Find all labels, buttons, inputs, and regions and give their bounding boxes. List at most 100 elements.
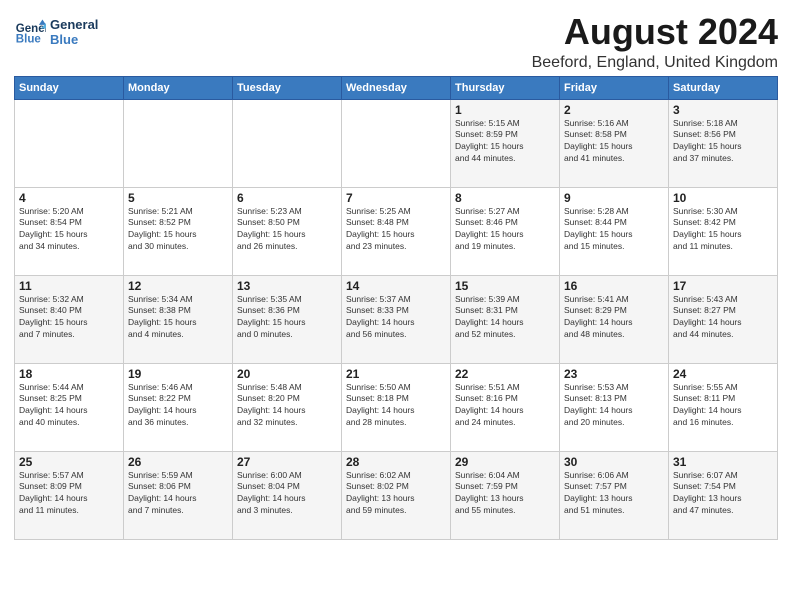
day-info: Sunrise: 5:16 AM Sunset: 8:58 PM Dayligh… — [564, 118, 664, 166]
day-number: 17 — [673, 279, 773, 293]
title-block: August 2024 Beeford, England, United Kin… — [532, 12, 778, 72]
day-header: Wednesday — [342, 76, 451, 99]
day-number: 20 — [237, 367, 337, 381]
day-info: Sunrise: 5:39 AM Sunset: 8:31 PM Dayligh… — [455, 294, 555, 342]
day-number: 3 — [673, 103, 773, 117]
day-number: 8 — [455, 191, 555, 205]
calendar-cell: 4Sunrise: 5:20 AM Sunset: 8:54 PM Daylig… — [15, 187, 124, 275]
calendar-table: SundayMondayTuesdayWednesdayThursdayFrid… — [14, 76, 778, 540]
day-number: 2 — [564, 103, 664, 117]
calendar-cell — [124, 99, 233, 187]
day-number: 6 — [237, 191, 337, 205]
day-number: 15 — [455, 279, 555, 293]
day-number: 14 — [346, 279, 446, 293]
day-info: Sunrise: 5:57 AM Sunset: 8:09 PM Dayligh… — [19, 470, 119, 518]
day-info: Sunrise: 5:23 AM Sunset: 8:50 PM Dayligh… — [237, 206, 337, 254]
calendar-cell: 1Sunrise: 5:15 AM Sunset: 8:59 PM Daylig… — [451, 99, 560, 187]
day-number: 1 — [455, 103, 555, 117]
calendar-cell: 30Sunrise: 6:06 AM Sunset: 7:57 PM Dayli… — [560, 451, 669, 539]
calendar-cell: 28Sunrise: 6:02 AM Sunset: 8:02 PM Dayli… — [342, 451, 451, 539]
calendar-cell: 17Sunrise: 5:43 AM Sunset: 8:27 PM Dayli… — [669, 275, 778, 363]
calendar-cell: 12Sunrise: 5:34 AM Sunset: 8:38 PM Dayli… — [124, 275, 233, 363]
day-number: 23 — [564, 367, 664, 381]
day-info: Sunrise: 5:32 AM Sunset: 8:40 PM Dayligh… — [19, 294, 119, 342]
day-number: 30 — [564, 455, 664, 469]
day-number: 19 — [128, 367, 228, 381]
calendar-cell: 18Sunrise: 5:44 AM Sunset: 8:25 PM Dayli… — [15, 363, 124, 451]
day-number: 26 — [128, 455, 228, 469]
day-info: Sunrise: 5:44 AM Sunset: 8:25 PM Dayligh… — [19, 382, 119, 430]
day-info: Sunrise: 5:50 AM Sunset: 8:18 PM Dayligh… — [346, 382, 446, 430]
day-info: Sunrise: 5:51 AM Sunset: 8:16 PM Dayligh… — [455, 382, 555, 430]
day-number: 9 — [564, 191, 664, 205]
day-number: 10 — [673, 191, 773, 205]
day-info: Sunrise: 5:34 AM Sunset: 8:38 PM Dayligh… — [128, 294, 228, 342]
calendar-cell: 11Sunrise: 5:32 AM Sunset: 8:40 PM Dayli… — [15, 275, 124, 363]
day-header: Sunday — [15, 76, 124, 99]
day-info: Sunrise: 6:00 AM Sunset: 8:04 PM Dayligh… — [237, 470, 337, 518]
day-info: Sunrise: 6:07 AM Sunset: 7:54 PM Dayligh… — [673, 470, 773, 518]
logo-line2: Blue — [50, 32, 98, 47]
day-info: Sunrise: 5:21 AM Sunset: 8:52 PM Dayligh… — [128, 206, 228, 254]
day-number: 7 — [346, 191, 446, 205]
day-info: Sunrise: 5:15 AM Sunset: 8:59 PM Dayligh… — [455, 118, 555, 166]
day-info: Sunrise: 5:53 AM Sunset: 8:13 PM Dayligh… — [564, 382, 664, 430]
calendar-cell: 29Sunrise: 6:04 AM Sunset: 7:59 PM Dayli… — [451, 451, 560, 539]
svg-text:Blue: Blue — [16, 34, 42, 46]
day-info: Sunrise: 5:20 AM Sunset: 8:54 PM Dayligh… — [19, 206, 119, 254]
calendar-cell: 5Sunrise: 5:21 AM Sunset: 8:52 PM Daylig… — [124, 187, 233, 275]
day-header: Monday — [124, 76, 233, 99]
calendar-cell: 6Sunrise: 5:23 AM Sunset: 8:50 PM Daylig… — [233, 187, 342, 275]
calendar-cell: 31Sunrise: 6:07 AM Sunset: 7:54 PM Dayli… — [669, 451, 778, 539]
month-title: August 2024 — [532, 12, 778, 52]
day-number: 24 — [673, 367, 773, 381]
logo: General Blue General Blue — [14, 16, 98, 48]
day-number: 29 — [455, 455, 555, 469]
calendar-cell: 24Sunrise: 5:55 AM Sunset: 8:11 PM Dayli… — [669, 363, 778, 451]
day-number: 27 — [237, 455, 337, 469]
day-number: 21 — [346, 367, 446, 381]
day-header: Tuesday — [233, 76, 342, 99]
calendar-cell — [342, 99, 451, 187]
day-header: Thursday — [451, 76, 560, 99]
day-number: 18 — [19, 367, 119, 381]
logo-line1: General — [50, 17, 98, 32]
day-info: Sunrise: 6:02 AM Sunset: 8:02 PM Dayligh… — [346, 470, 446, 518]
day-number: 16 — [564, 279, 664, 293]
day-info: Sunrise: 5:43 AM Sunset: 8:27 PM Dayligh… — [673, 294, 773, 342]
day-number: 31 — [673, 455, 773, 469]
day-info: Sunrise: 5:25 AM Sunset: 8:48 PM Dayligh… — [346, 206, 446, 254]
calendar-cell: 10Sunrise: 5:30 AM Sunset: 8:42 PM Dayli… — [669, 187, 778, 275]
calendar-cell — [233, 99, 342, 187]
day-number: 12 — [128, 279, 228, 293]
day-number: 4 — [19, 191, 119, 205]
calendar-cell: 7Sunrise: 5:25 AM Sunset: 8:48 PM Daylig… — [342, 187, 451, 275]
location-title: Beeford, England, United Kingdom — [532, 54, 778, 72]
day-info: Sunrise: 5:46 AM Sunset: 8:22 PM Dayligh… — [128, 382, 228, 430]
day-info: Sunrise: 5:27 AM Sunset: 8:46 PM Dayligh… — [455, 206, 555, 254]
calendar-cell: 26Sunrise: 5:59 AM Sunset: 8:06 PM Dayli… — [124, 451, 233, 539]
calendar-cell: 23Sunrise: 5:53 AM Sunset: 8:13 PM Dayli… — [560, 363, 669, 451]
logo-icon: General Blue — [14, 16, 46, 48]
day-number: 5 — [128, 191, 228, 205]
day-header: Saturday — [669, 76, 778, 99]
day-info: Sunrise: 5:30 AM Sunset: 8:42 PM Dayligh… — [673, 206, 773, 254]
calendar-cell: 13Sunrise: 5:35 AM Sunset: 8:36 PM Dayli… — [233, 275, 342, 363]
day-header: Friday — [560, 76, 669, 99]
day-info: Sunrise: 5:59 AM Sunset: 8:06 PM Dayligh… — [128, 470, 228, 518]
day-info: Sunrise: 5:28 AM Sunset: 8:44 PM Dayligh… — [564, 206, 664, 254]
day-info: Sunrise: 6:06 AM Sunset: 7:57 PM Dayligh… — [564, 470, 664, 518]
day-info: Sunrise: 5:55 AM Sunset: 8:11 PM Dayligh… — [673, 382, 773, 430]
day-info: Sunrise: 5:37 AM Sunset: 8:33 PM Dayligh… — [346, 294, 446, 342]
calendar-cell: 14Sunrise: 5:37 AM Sunset: 8:33 PM Dayli… — [342, 275, 451, 363]
day-number: 11 — [19, 279, 119, 293]
calendar-cell: 3Sunrise: 5:18 AM Sunset: 8:56 PM Daylig… — [669, 99, 778, 187]
day-number: 22 — [455, 367, 555, 381]
calendar-cell: 22Sunrise: 5:51 AM Sunset: 8:16 PM Dayli… — [451, 363, 560, 451]
day-info: Sunrise: 5:35 AM Sunset: 8:36 PM Dayligh… — [237, 294, 337, 342]
calendar-cell: 21Sunrise: 5:50 AM Sunset: 8:18 PM Dayli… — [342, 363, 451, 451]
day-info: Sunrise: 5:18 AM Sunset: 8:56 PM Dayligh… — [673, 118, 773, 166]
calendar-cell: 8Sunrise: 5:27 AM Sunset: 8:46 PM Daylig… — [451, 187, 560, 275]
calendar-cell: 20Sunrise: 5:48 AM Sunset: 8:20 PM Dayli… — [233, 363, 342, 451]
calendar-cell: 19Sunrise: 5:46 AM Sunset: 8:22 PM Dayli… — [124, 363, 233, 451]
